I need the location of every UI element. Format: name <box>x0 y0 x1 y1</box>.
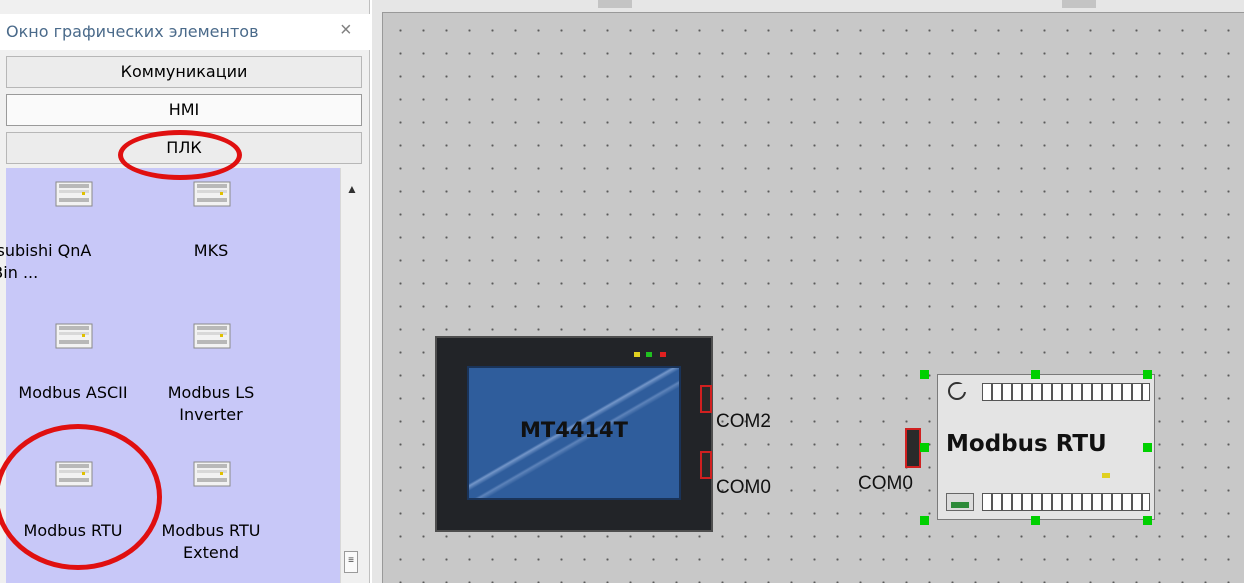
category-hmi-button[interactable]: HMI <box>6 94 362 126</box>
scroll-grip-icon[interactable]: ≡ <box>344 551 358 573</box>
selection-handle[interactable] <box>1031 516 1040 525</box>
selection-handle[interactable] <box>1031 370 1040 379</box>
workspace: MT4414T COM2 COM0 Modbus RTU COM0 <box>372 0 1244 583</box>
element-item-label: Modbus ASCII <box>18 383 128 402</box>
panel-header: Окно графических элементов × <box>0 14 370 50</box>
plc-icon <box>193 323 231 349</box>
plc-title: Modbus RTU <box>946 431 1107 457</box>
element-item-mks[interactable]: MKS <box>146 168 276 308</box>
element-item-mitsubishi-qna[interactable]: Mitsubishi QnA 3EBin ... <box>0 168 138 308</box>
panel-title: Окно графических элементов <box>6 22 259 41</box>
plc-icon <box>193 181 231 207</box>
splitter-mark <box>1062 0 1096 8</box>
element-item-label: Mitsubishi QnA 3EBin ... <box>0 241 92 282</box>
status-led-green <box>646 352 652 357</box>
selection-handle[interactable] <box>1143 516 1152 525</box>
scroll-up-icon[interactable]: ▲ <box>346 182 358 196</box>
selection-handle[interactable] <box>920 443 929 452</box>
element-item-label: Modbus RTU Extend <box>161 521 261 562</box>
hmi-device[interactable]: MT4414T <box>435 336 713 532</box>
plc-icon <box>55 181 93 207</box>
plc-device[interactable]: Modbus RTU <box>937 374 1155 520</box>
plc-terminals-top <box>982 383 1150 401</box>
splitter-mark <box>598 0 632 8</box>
hmi-model-label: MT4414T <box>520 418 628 442</box>
highlight-circle-modbus-rtu <box>0 424 162 570</box>
plc-body: Modbus RTU <box>937 374 1155 520</box>
plc-port-com0-label: COM0 <box>858 473 913 494</box>
selection-handle[interactable] <box>1143 443 1152 452</box>
graphics-elements-panel: Окно графических элементов × Коммуникаци… <box>0 0 370 583</box>
selection-handle[interactable] <box>920 370 929 379</box>
selection-handle[interactable] <box>1143 370 1152 379</box>
panel-scrollbar[interactable]: ▲ ≡ <box>340 168 362 583</box>
design-canvas[interactable]: MT4414T COM2 COM0 Modbus RTU COM0 <box>382 12 1244 583</box>
category-communications-button[interactable]: Коммуникации <box>6 56 362 88</box>
plc-port-com0-icon[interactable] <box>905 428 921 468</box>
selection-handle[interactable] <box>920 516 929 525</box>
element-item-modbus-rtu-extend[interactable]: Modbus RTU Extend <box>146 448 276 583</box>
highlight-circle-plc <box>118 130 242 180</box>
status-led-yellow <box>634 352 640 357</box>
element-item-label: MKS <box>193 241 229 260</box>
element-item-modbus-ls-inverter[interactable]: Modbus LS Inverter <box>146 310 276 450</box>
port-com2-icon[interactable] <box>700 385 712 413</box>
status-led-red <box>660 352 666 357</box>
element-item-label: Modbus LS Inverter <box>167 383 255 424</box>
close-icon[interactable]: × <box>340 19 352 42</box>
plc-logo-icon <box>948 382 967 400</box>
plc-status-led <box>1102 473 1110 478</box>
port-com2-label: COM2 <box>716 411 771 432</box>
hmi-screen: MT4414T <box>467 366 681 500</box>
plc-terminals-bottom <box>982 493 1150 511</box>
plc-icon <box>193 461 231 487</box>
plc-icon <box>55 323 93 349</box>
port-com0-icon[interactable] <box>700 451 712 479</box>
port-com0-label: COM0 <box>716 477 771 498</box>
plc-terminal-block <box>946 493 974 511</box>
